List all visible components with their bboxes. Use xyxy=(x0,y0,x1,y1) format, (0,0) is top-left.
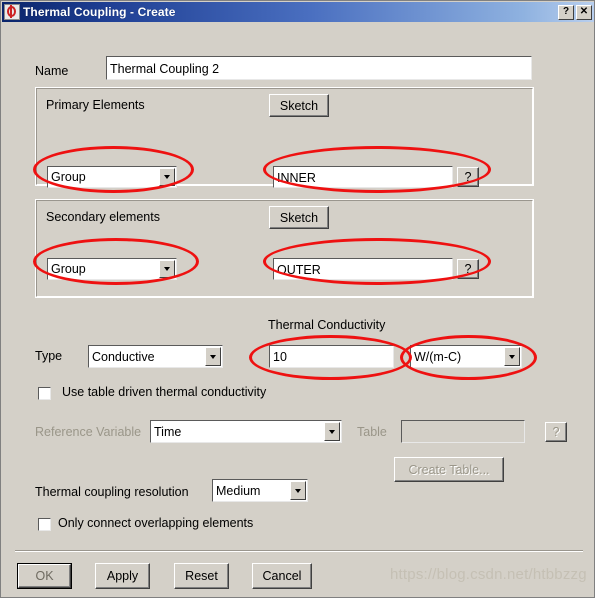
resolution-combo[interactable]: Medium xyxy=(212,479,308,502)
cancel-button[interactable]: Cancel xyxy=(252,563,312,589)
resolution-combo-value: Medium xyxy=(216,483,261,498)
reference-variable-combo[interactable]: Time xyxy=(150,420,342,443)
table-input[interactable] xyxy=(401,420,525,443)
secondary-sketch-button[interactable]: Sketch xyxy=(269,206,329,229)
title-bar: Thermal Coupling - Create ? ✕ xyxy=(2,2,594,22)
conductivity-unit-combo[interactable]: W/(m-C) xyxy=(410,345,522,368)
conductivity-value-input[interactable]: 10 xyxy=(269,345,394,368)
primary-sketch-button[interactable]: Sketch xyxy=(269,94,329,117)
primary-elements-legend: Primary Elements xyxy=(46,98,145,112)
reference-variable-label: Reference Variable xyxy=(35,425,142,439)
primary-type-combo[interactable]: Group xyxy=(47,166,177,188)
reset-button[interactable]: Reset xyxy=(174,563,229,589)
window-title: Thermal Coupling - Create xyxy=(23,5,176,19)
secondary-help-button[interactable]: ? xyxy=(457,259,479,279)
use-table-driven-checkbox[interactable] xyxy=(38,387,51,400)
title-bar-buttons: ? ✕ xyxy=(558,4,594,20)
close-icon[interactable]: ✕ xyxy=(576,4,592,20)
name-label: Name xyxy=(35,64,69,78)
secondary-type-combo-value: Group xyxy=(51,262,86,276)
ok-button[interactable]: OK xyxy=(17,563,72,589)
reference-variable-value: Time xyxy=(154,424,182,439)
name-input[interactable]: Thermal Coupling 2 xyxy=(106,56,532,80)
secondary-selection-input[interactable]: OUTER xyxy=(273,258,453,280)
table-label: Table xyxy=(357,425,387,439)
footer-divider xyxy=(15,550,583,552)
conductivity-unit-value: W/(m-C) xyxy=(414,349,462,364)
only-overlapping-label: Only connect overlapping elements xyxy=(58,516,254,530)
only-overlapping-checkbox[interactable] xyxy=(38,518,51,531)
ok-button-label: OK xyxy=(18,564,71,588)
table-help-button[interactable]: ? xyxy=(545,422,567,442)
chevron-down-icon[interactable] xyxy=(324,422,340,441)
apply-button[interactable]: Apply xyxy=(95,563,150,589)
use-table-driven-label: Use table driven thermal conductivity xyxy=(62,385,267,399)
conductivity-type-combo[interactable]: Conductive xyxy=(88,345,223,368)
thermal-conductivity-title: Thermal Conductivity xyxy=(268,318,386,332)
chevron-down-icon[interactable] xyxy=(205,347,221,366)
create-table-button[interactable]: Create Table... xyxy=(394,457,504,482)
secondary-elements-legend: Secondary elements xyxy=(46,210,160,224)
dialog-body: Name Thermal Coupling 2 Primary Elements… xyxy=(2,22,594,597)
secondary-type-combo[interactable]: Group xyxy=(47,258,177,280)
primary-selection-input[interactable]: INNER xyxy=(273,166,453,188)
help-icon[interactable]: ? xyxy=(558,4,574,20)
conductivity-type-value: Conductive xyxy=(92,349,155,364)
primary-type-combo-value: Group xyxy=(51,170,86,184)
chevron-down-icon[interactable] xyxy=(290,481,306,500)
primary-help-button[interactable]: ? xyxy=(457,167,479,187)
thermal-coupling-create-dialog: Thermal Coupling - Create ? ✕ Name Therm… xyxy=(0,0,595,598)
chevron-down-icon[interactable] xyxy=(159,260,175,278)
chevron-down-icon[interactable] xyxy=(159,168,175,186)
type-label: Type xyxy=(35,349,63,363)
watermark: https://blog.csdn.net/htbbzzg xyxy=(390,566,587,583)
resolution-label: Thermal coupling resolution xyxy=(35,485,189,499)
chevron-down-icon[interactable] xyxy=(504,347,520,366)
app-icon xyxy=(4,4,20,20)
